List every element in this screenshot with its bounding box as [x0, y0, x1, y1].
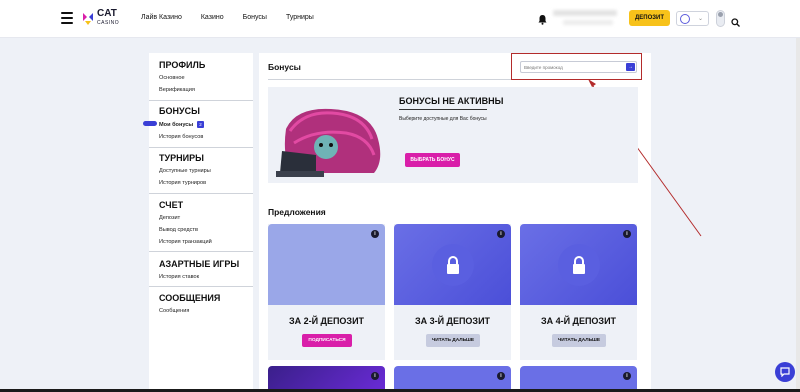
- active-item-marker: [143, 121, 157, 126]
- lock-icon: [573, 256, 585, 274]
- offer-title: ЗА 2-Й ДЕПОЗИТ: [288, 316, 365, 326]
- choose-bonus-button[interactable]: ВЫБРАТЬ БОНУС: [405, 153, 460, 167]
- sidebar-section-account: СЧЕТ: [159, 200, 184, 210]
- language-selector[interactable]: ⌄: [676, 11, 709, 26]
- bell-icon[interactable]: [538, 12, 547, 25]
- globe-icon: [680, 14, 690, 24]
- nav-tournaments[interactable]: Турниры: [286, 14, 314, 21]
- offer-title: ЗА 3-Й ДЕПОЗИТ: [414, 316, 491, 326]
- logo[interactable]: CAT CASINO: [82, 8, 120, 27]
- cat-laptop-illustration: [276, 108, 381, 177]
- offer-card[interactable]: i ЗА 4-Й ДЕПОЗИТ ЧИТАТЬ ДАЛЬШЕ: [520, 224, 637, 360]
- sidebar-item-main[interactable]: Основное: [159, 75, 185, 81]
- offer-title: ЗА 4-Й ДЕПОЗИТ: [540, 316, 617, 326]
- cat-logo-icon: [82, 12, 94, 26]
- sidebar-section-messages: СООБЩЕНИЯ: [159, 293, 221, 303]
- sidebar-item-bet-history[interactable]: История ставок: [159, 274, 199, 280]
- page-title: Бонусы: [268, 62, 301, 72]
- blurred-user-info: [553, 10, 617, 16]
- nav-casino[interactable]: Казино: [201, 14, 224, 21]
- offers-title: Предложения: [268, 207, 326, 217]
- info-icon[interactable]: i: [497, 230, 505, 238]
- sidebar-item-bonus-history[interactable]: История бонусов: [159, 134, 203, 140]
- sidebar-item-transaction-history[interactable]: История транзакций: [159, 239, 212, 245]
- lock-circle: [558, 244, 600, 286]
- sidebar-item-my-bonuses[interactable]: Мои бонусы: [159, 122, 193, 128]
- scrollbar[interactable]: [796, 38, 800, 389]
- divider: [149, 251, 253, 252]
- offer-image: [268, 224, 385, 305]
- sidebar-item-tournament-history[interactable]: История турниров: [159, 180, 206, 186]
- profile-sidebar: ПРОФИЛЬ Основное Верификация БОНУСЫ Мои …: [149, 53, 253, 392]
- sidebar-item-verification[interactable]: Верификация: [159, 87, 195, 93]
- sidebar-item-withdraw[interactable]: Вывод средств: [159, 227, 198, 233]
- logo-title: CAT: [97, 8, 117, 19]
- chat-icon: [780, 367, 790, 377]
- deposit-button[interactable]: ДЕПОЗИТ: [629, 10, 670, 26]
- bonus-count-badge: 2: [197, 121, 204, 128]
- theme-toggle[interactable]: [716, 10, 725, 27]
- logo-subtitle: CASINO: [97, 20, 120, 26]
- lock-icon: [447, 256, 459, 274]
- lock-circle: [432, 244, 474, 286]
- info-icon[interactable]: i: [497, 372, 505, 380]
- top-header: CAT CASINO Лайв Казино Казино Бонусы Тур…: [0, 0, 800, 38]
- info-icon[interactable]: i: [623, 230, 631, 238]
- sidebar-section-gambling: АЗАРТНЫЕ ИГРЫ: [159, 259, 240, 269]
- blurred-balance: [563, 20, 613, 25]
- subscribe-button[interactable]: ПОДПИСАТЬСЯ: [302, 334, 352, 347]
- chat-button[interactable]: [775, 362, 795, 382]
- divider: [399, 109, 487, 110]
- inactive-bonus-panel: БОНУСЫ НЕ АКТИВНЫ Выберите доступные для…: [268, 87, 638, 183]
- nav-live-casino[interactable]: Лайв Казино: [141, 14, 182, 21]
- divider: [149, 286, 253, 287]
- info-icon[interactable]: i: [371, 230, 379, 238]
- sidebar-section-bonuses: БОНУСЫ: [159, 106, 200, 116]
- annotation-highlight-box: [511, 53, 642, 80]
- menu-icon[interactable]: [61, 12, 73, 24]
- info-icon[interactable]: i: [371, 372, 379, 380]
- divider: [149, 193, 253, 194]
- sidebar-item-messages[interactable]: Сообщения: [159, 308, 189, 314]
- sidebar-section-tournaments: ТУРНИРЫ: [159, 153, 204, 163]
- main-nav: Лайв Казино Казино Бонусы Турниры: [141, 14, 333, 21]
- inactive-title: БОНУСЫ НЕ АКТИВНЫ: [399, 96, 504, 106]
- nav-bonuses[interactable]: Бонусы: [243, 14, 267, 21]
- offer-card[interactable]: i ЗА 3-Й ДЕПОЗИТ ЧИТАТЬ ДАЛЬШЕ: [394, 224, 511, 360]
- read-more-button[interactable]: ЧИТАТЬ ДАЛЬШЕ: [552, 334, 606, 347]
- sidebar-item-deposit[interactable]: Депозит: [159, 215, 180, 221]
- divider: [149, 147, 253, 148]
- search-icon[interactable]: [731, 14, 740, 27]
- divider: [149, 100, 253, 101]
- chevron-down-icon: ⌄: [698, 16, 704, 22]
- inactive-subtitle: Выберите доступные для Вас бонусы: [399, 116, 487, 122]
- info-icon[interactable]: i: [623, 372, 631, 380]
- sidebar-section-profile: ПРОФИЛЬ: [159, 60, 206, 70]
- read-more-button[interactable]: ЧИТАТЬ ДАЛЬШЕ: [426, 334, 480, 347]
- offer-card[interactable]: i ЗА 2-Й ДЕПОЗИТ ПОДПИСАТЬСЯ: [268, 224, 385, 360]
- sidebar-item-available-tournaments[interactable]: Доступные турниры: [159, 168, 211, 174]
